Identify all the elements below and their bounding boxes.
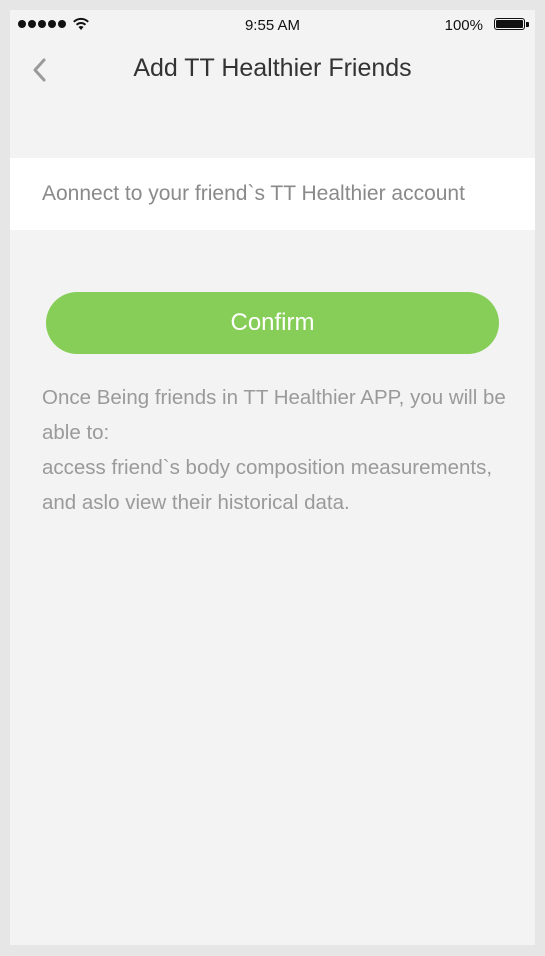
status-bar: 9:55 AM 100% xyxy=(10,10,535,40)
description-line-details: access friend`s body composition measure… xyxy=(42,456,493,514)
phone-screen: 9:55 AM 100% Add TT Healthier Friends Co… xyxy=(10,10,535,945)
battery-percentage: 100% xyxy=(444,17,483,34)
friend-account-input[interactable] xyxy=(42,158,522,230)
nav-bar: Add TT Healthier Friends xyxy=(10,40,535,100)
description-line-intro: Once Being friends in TT Healthier APP, … xyxy=(42,386,506,444)
battery-icon xyxy=(494,18,525,30)
friend-account-field xyxy=(10,158,535,230)
page-title: Add TT Healthier Friends xyxy=(133,54,412,82)
battery-tip xyxy=(526,22,529,27)
description-text: Once Being friends in TT Healthier APP, … xyxy=(42,380,512,520)
confirm-button[interactable]: Confirm xyxy=(46,292,499,354)
